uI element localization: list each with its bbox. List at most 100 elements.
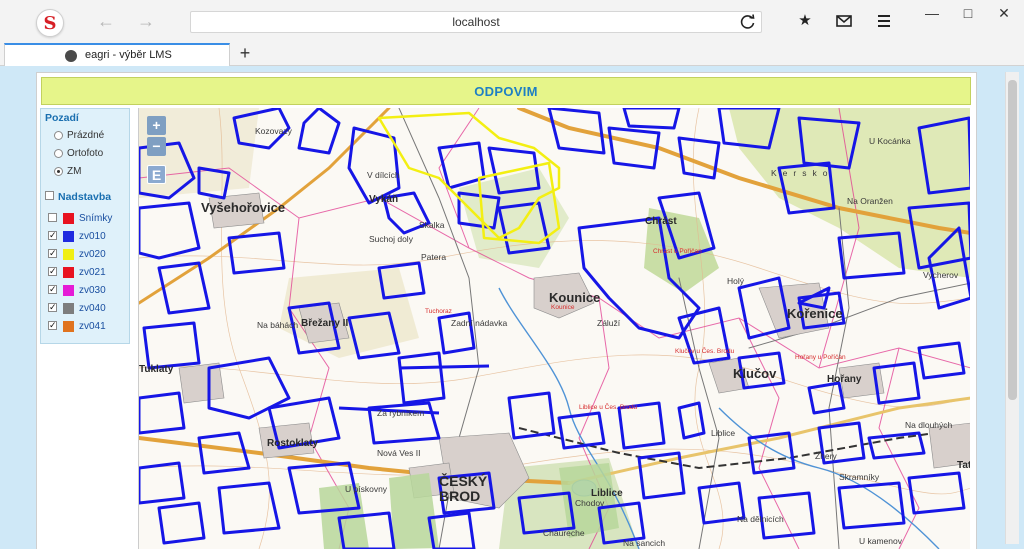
place-label: Nová Ves II — [377, 448, 421, 458]
place-label: Na báhách — [257, 320, 299, 330]
map-canvas[interactable]: + − E Vyšehořovice Vykáň Kounice Chrást … — [138, 108, 970, 549]
layer-swatch-zv021 — [63, 267, 74, 278]
scrollbar[interactable] — [1005, 72, 1019, 544]
layer-label-zv040[interactable]: zv040 — [79, 303, 106, 314]
place-label: Zadní nádavka — [451, 318, 508, 328]
place-label: Klučov — [733, 366, 777, 381]
place-label: U kamenov — [859, 536, 902, 546]
place-label: Kozovazy — [255, 126, 292, 136]
place-label: Žhery — [815, 451, 837, 461]
mail-icon[interactable] — [836, 14, 852, 28]
zoom-out-button[interactable]: − — [147, 137, 166, 156]
place-label: Patera — [421, 252, 447, 262]
place-label: Na dělnicích — [737, 514, 784, 524]
layer-swatch-zv010 — [63, 231, 74, 242]
radio-label-zm[interactable]: ZM — [67, 166, 81, 177]
radio-empty[interactable] — [54, 131, 63, 140]
radio-label-ortofoto[interactable]: Ortofoto — [67, 148, 103, 159]
maximize-icon[interactable]: □ — [958, 4, 978, 22]
tab-strip: eagri - výběr LMS + — [0, 42, 1024, 67]
tab-active[interactable]: eagri - výběr LMS — [4, 43, 230, 67]
cadastral-label: Klučov u Čes. Brodu — [675, 348, 735, 355]
place-label: Liblice — [711, 428, 736, 438]
place-label: Vykáň — [369, 194, 399, 205]
forward-arrow-icon[interactable]: → — [136, 11, 156, 31]
minimize-icon[interactable]: — — [922, 4, 942, 22]
place-label: Kounice — [549, 290, 601, 305]
place-label: Chrást — [645, 216, 677, 227]
layer-swatch-zv041 — [63, 321, 74, 332]
radio-ortofoto[interactable] — [54, 149, 63, 158]
layer-swatch-snimky — [63, 213, 74, 224]
place-label: Holý — [727, 276, 745, 286]
place-label: Chodov — [575, 498, 605, 508]
extent-button[interactable]: E — [147, 165, 166, 184]
layer-swatch-zv040 — [63, 303, 74, 314]
address-bar[interactable]: localhost — [190, 11, 762, 33]
layer-label-zv041[interactable]: zv041 — [79, 321, 106, 332]
header-bar[interactable]: ODPOVIM — [41, 77, 971, 105]
place-label: Vyšehořovice — [201, 200, 286, 215]
tab-title: eagri - výběr LMS — [85, 49, 172, 61]
star-bookmark-icon[interactable]: ★ — [796, 12, 814, 30]
layer-label-zv020[interactable]: zv020 — [79, 249, 106, 260]
header-title[interactable]: ODPOVIM — [42, 84, 970, 99]
layer-swatch-zv030 — [63, 285, 74, 296]
place-label: Tuklaty — [139, 364, 174, 375]
layer-checkbox-snimky[interactable] — [48, 213, 57, 222]
place-label: U pískovny — [345, 484, 388, 494]
place-label: V dílcích — [367, 170, 400, 180]
place-label: Na sancich — [623, 538, 666, 548]
layer-checkbox-zv021[interactable]: ✓ — [48, 267, 57, 276]
overlay-section-title: Nadstavba — [58, 191, 112, 203]
browser-toolbar: S ← → localhost ★ — □ ✕ — [0, 0, 1024, 42]
radio-zm[interactable] — [54, 167, 63, 176]
close-icon[interactable]: ✕ — [994, 4, 1014, 22]
place-label: Záluží — [597, 318, 621, 328]
app-logo-icon[interactable]: S — [36, 9, 64, 37]
layer-checkbox-zv010[interactable]: ✓ — [48, 231, 57, 240]
place-label: Na dlouhých — [905, 420, 953, 430]
place-label: ČESKÝ BROD — [439, 473, 488, 504]
place-label: Hořany — [827, 374, 862, 385]
place-label: Vycherov — [923, 270, 959, 280]
new-tab-button[interactable]: + — [236, 44, 254, 62]
layer-label-zv010[interactable]: zv010 — [79, 231, 106, 242]
place-label: Na Oranžen — [847, 196, 893, 206]
radio-label-empty[interactable]: Prázdné — [67, 130, 104, 141]
place-label: Skalka — [419, 220, 445, 230]
layer-checkbox-zv040[interactable]: ✓ — [48, 303, 57, 312]
layer-label-zv030[interactable]: zv030 — [79, 285, 106, 296]
url-text[interactable]: localhost — [191, 15, 761, 29]
place-label: U Kocánka — [869, 136, 911, 146]
cadastral-label: Hořany u Poříčan — [795, 354, 846, 361]
layer-checkbox-zv041[interactable]: ✓ — [48, 321, 57, 330]
place-label: Tatce — [957, 460, 970, 471]
place-label: Suchoj doly — [369, 234, 413, 244]
scrollbar-thumb[interactable] — [1008, 80, 1017, 400]
zoom-in-button[interactable]: + — [147, 116, 166, 135]
place-label: Břežany II — [301, 318, 349, 329]
layer-label-zv021[interactable]: zv021 — [79, 267, 106, 278]
layer-checkbox-zv030[interactable]: ✓ — [48, 285, 57, 294]
overlay-checkbox[interactable] — [45, 191, 54, 200]
layer-swatch-zv020 — [63, 249, 74, 260]
menu-icon[interactable] — [876, 14, 892, 28]
place-label: Skramníky — [839, 472, 880, 482]
cadastral-label: Liblice u Čes. Brodu — [579, 404, 638, 411]
background-section-title: Pozadí — [45, 112, 79, 124]
back-arrow-icon[interactable]: ← — [96, 11, 116, 31]
cadastral-label: Chrást u Poříčan — [653, 248, 702, 255]
place-label: Za rybníkem — [377, 408, 425, 418]
place-label: Chaureche — [543, 528, 585, 538]
reload-icon[interactable] — [739, 13, 757, 31]
layer-label-snimky[interactable]: Snímky — [79, 213, 112, 224]
cadastral-label: Kounice — [551, 304, 575, 311]
place-label: Rostoklaty — [267, 438, 319, 449]
cadastral-label: Tuchoraz — [425, 308, 452, 315]
place-label: Kořenice — [787, 306, 843, 321]
place-label: Kersko — [771, 168, 834, 178]
globe-icon — [65, 50, 77, 62]
layer-panel: Pozadí Prázdné Ortofoto ZM Nadstavba Sní… — [40, 108, 130, 344]
layer-checkbox-zv020[interactable]: ✓ — [48, 249, 57, 258]
